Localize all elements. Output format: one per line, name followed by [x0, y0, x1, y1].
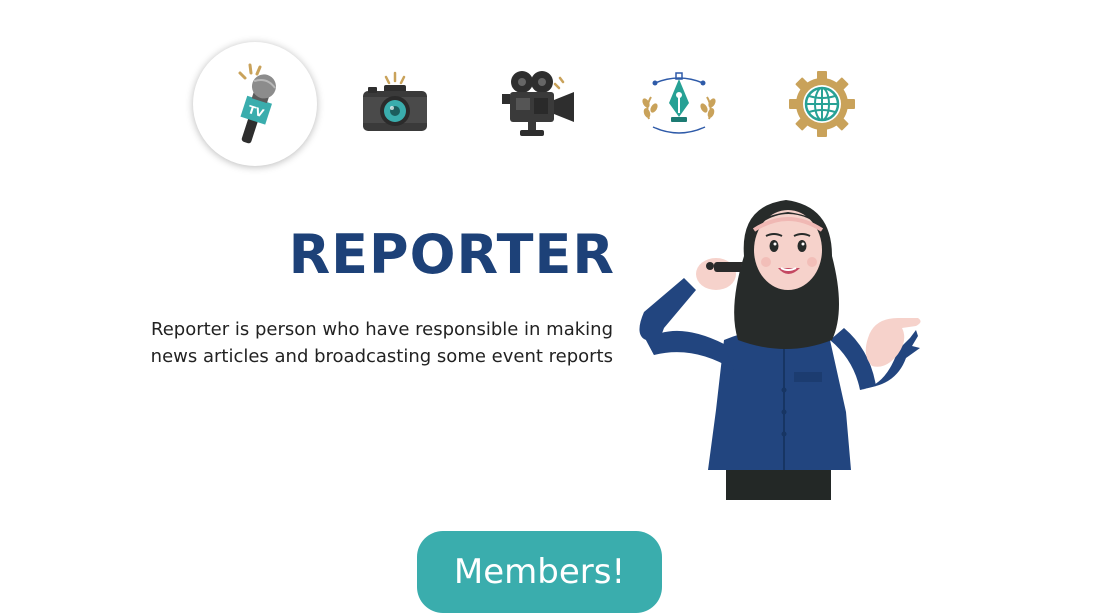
page-title: REPORTER [288, 223, 615, 286]
microphone-tv-icon: TV [238, 63, 276, 144]
role-tab-videographer[interactable] [476, 42, 600, 166]
reporter-illustration [639, 200, 921, 500]
role-tab-writer[interactable] [617, 42, 741, 166]
role-icon-nav: TV [0, 0, 1096, 180]
globe-gear-icon [789, 71, 855, 137]
role-description: Reporter is person who have responsible … [150, 319, 613, 367]
role-tab-web[interactable] [760, 42, 884, 166]
video-camera-icon [502, 71, 574, 136]
role-tab-reporter[interactable]: TV [193, 42, 317, 166]
role-tab-photographer[interactable] [333, 42, 457, 166]
camera-icon [363, 71, 427, 131]
pen-tool-icon [642, 72, 716, 134]
members-button[interactable]: Members! [417, 531, 662, 613]
